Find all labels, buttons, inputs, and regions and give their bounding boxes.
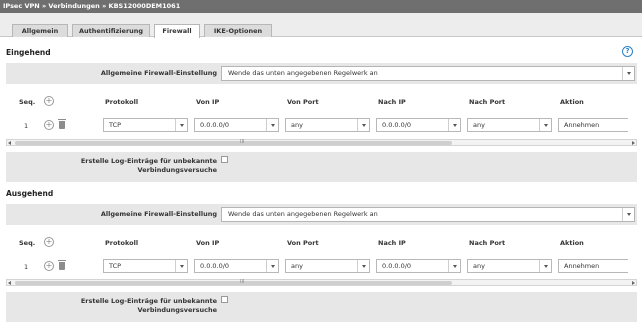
outgoing-from-ip-select[interactable]: 0.0.0.0/0 <box>194 259 279 273</box>
incoming-header-from-port: Von Port <box>287 98 319 106</box>
chevron-down-icon[interactable] <box>539 119 551 131</box>
outgoing-to-port-value: any <box>473 262 485 270</box>
outgoing-header-from-ip: Von IP <box>196 239 220 247</box>
outgoing-from-ip-value: 0.0.0.0/0 <box>200 262 230 270</box>
chevron-down-icon[interactable] <box>175 119 187 131</box>
scrollbar-thumb[interactable] <box>15 281 452 285</box>
chevron-down-icon[interactable] <box>448 260 460 272</box>
incoming-action-value: Annehmen <box>564 121 600 129</box>
incoming-log-checkbox[interactable] <box>221 156 228 163</box>
tab-bar: Allgemein Authentifizierung Firewall IKE… <box>0 13 642 38</box>
incoming-log-label-line1: Erstelle Log-Einträge für unbekannte <box>80 157 217 165</box>
outgoing-header-protocol: Protokoll <box>105 239 139 247</box>
insert-rule-icon[interactable]: + <box>44 261 54 271</box>
incoming-firewall-setting-select[interactable]: Wende das unten angegebenen Regelwerk an <box>221 66 635 81</box>
outgoing-from-port-select[interactable]: any <box>285 259 370 273</box>
scrollbar-thumb[interactable] <box>15 141 452 145</box>
chevron-down-icon[interactable] <box>266 119 278 131</box>
outgoing-header-to-ip: Nach IP <box>378 239 406 247</box>
scroll-left-icon[interactable] <box>8 281 11 285</box>
outgoing-header-to-port: Nach Port <box>469 239 506 247</box>
tab-authentifizierung[interactable]: Authentifizierung <box>72 24 150 37</box>
incoming-header-to-port: Nach Port <box>469 98 506 106</box>
outgoing-to-ip-select[interactable]: 0.0.0.0/0 <box>376 259 461 273</box>
incoming-horizontal-scrollbar[interactable]: III <box>6 139 637 146</box>
incoming-from-port-select[interactable]: any <box>285 118 370 132</box>
incoming-header-protocol: Protokoll <box>105 98 139 106</box>
incoming-protocol-select[interactable]: TCP <box>103 118 188 132</box>
incoming-from-port-value: any <box>291 121 303 129</box>
incoming-protocol-value: TCP <box>109 121 122 129</box>
outgoing-firewall-setting-select[interactable]: Wende das unten angegebenen Regelwerk an <box>221 207 635 222</box>
incoming-from-ip-value: 0.0.0.0/0 <box>200 121 230 129</box>
outgoing-firewall-setting-row: Allgemeine Firewall-Einstellung Wende da… <box>6 204 637 225</box>
incoming-header-to-ip: Nach IP <box>378 98 406 106</box>
outgoing-log-label-line1: Erstelle Log-Einträge für unbekannte <box>80 297 217 305</box>
chevron-down-icon[interactable] <box>175 260 187 272</box>
incoming-action-select[interactable]: Annehmen <box>558 118 628 132</box>
trash-icon[interactable] <box>58 260 66 270</box>
question-icon[interactable]: ? <box>622 46 633 57</box>
outgoing-action-select[interactable]: Annehmen <box>558 259 628 273</box>
grip-icon: III <box>240 139 245 145</box>
chevron-down-icon[interactable] <box>622 208 634 221</box>
add-rule-icon[interactable]: + <box>44 237 54 247</box>
incoming-section-title: Eingehend <box>6 48 51 57</box>
chevron-down-icon[interactable] <box>357 260 369 272</box>
chevron-down-icon[interactable] <box>539 260 551 272</box>
outgoing-row-seq: 1 <box>24 263 29 271</box>
outgoing-section-title: Ausgehend <box>6 189 54 198</box>
outgoing-header-seq: Seq. <box>19 239 36 247</box>
outgoing-header-from-port: Von Port <box>287 239 319 247</box>
outgoing-log-checkbox[interactable] <box>221 296 228 303</box>
breadcrumb: IPsec VPN » Verbindungen » KBS12000DEM10… <box>0 0 642 13</box>
chevron-down-icon[interactable] <box>266 260 278 272</box>
incoming-to-port-select[interactable]: any <box>467 118 552 132</box>
grip-icon: III <box>240 279 245 285</box>
outgoing-to-port-select[interactable]: any <box>467 259 552 273</box>
incoming-log-row: Erstelle Log-Einträge für unbekannte Ver… <box>6 152 637 182</box>
incoming-log-label-line2: Verbindungsversuche <box>137 166 217 174</box>
insert-rule-icon[interactable]: + <box>44 120 54 130</box>
incoming-firewall-setting-value: Wende das unten angegebenen Regelwerk an <box>228 69 378 77</box>
chevron-down-icon[interactable] <box>448 119 460 131</box>
outgoing-from-port-value: any <box>291 262 303 270</box>
outgoing-protocol-value: TCP <box>109 262 122 270</box>
tab-allgemein[interactable]: Allgemein <box>12 24 68 37</box>
outgoing-header-action: Aktion <box>560 239 584 247</box>
outgoing-protocol-select[interactable]: TCP <box>103 259 188 273</box>
outgoing-horizontal-scrollbar[interactable]: III <box>6 279 637 286</box>
incoming-to-ip-select[interactable]: 0.0.0.0/0 <box>376 118 461 132</box>
outgoing-log-label-line2: Verbindungsversuche <box>137 306 217 314</box>
add-rule-icon[interactable]: + <box>44 96 54 106</box>
scroll-left-icon[interactable] <box>8 141 11 145</box>
incoming-firewall-setting-label: Allgemeine Firewall-Einstellung <box>100 69 217 77</box>
outgoing-action-value: Annehmen <box>564 262 600 270</box>
incoming-header-action: Aktion <box>560 98 584 106</box>
incoming-to-port-value: any <box>473 121 485 129</box>
tab-firewall[interactable]: Firewall <box>154 24 200 38</box>
outgoing-firewall-setting-value: Wende das unten angegebenen Regelwerk an <box>228 210 378 218</box>
scroll-right-icon[interactable] <box>632 281 635 285</box>
outgoing-log-row: Erstelle Log-Einträge für unbekannte Ver… <box>6 292 637 322</box>
outgoing-log-label: Erstelle Log-Einträge für unbekannte Ver… <box>81 297 217 315</box>
chevron-down-icon[interactable] <box>357 119 369 131</box>
incoming-to-ip-value: 0.0.0.0/0 <box>382 121 412 129</box>
chevron-down-icon[interactable] <box>622 67 634 80</box>
scroll-right-icon[interactable] <box>632 141 635 145</box>
outgoing-firewall-setting-label: Allgemeine Firewall-Einstellung <box>100 210 217 218</box>
incoming-header-from-ip: Von IP <box>196 98 220 106</box>
incoming-firewall-setting-row: Allgemeine Firewall-Einstellung Wende da… <box>6 63 637 84</box>
incoming-log-label: Erstelle Log-Einträge für unbekannte Ver… <box>81 157 217 175</box>
trash-icon[interactable] <box>58 119 66 129</box>
outgoing-to-ip-value: 0.0.0.0/0 <box>382 262 412 270</box>
incoming-row-seq: 1 <box>24 122 29 130</box>
incoming-header-seq: Seq. <box>19 98 36 106</box>
incoming-from-ip-select[interactable]: 0.0.0.0/0 <box>194 118 279 132</box>
tab-ike-optionen[interactable]: IKE-Optionen <box>204 24 272 37</box>
